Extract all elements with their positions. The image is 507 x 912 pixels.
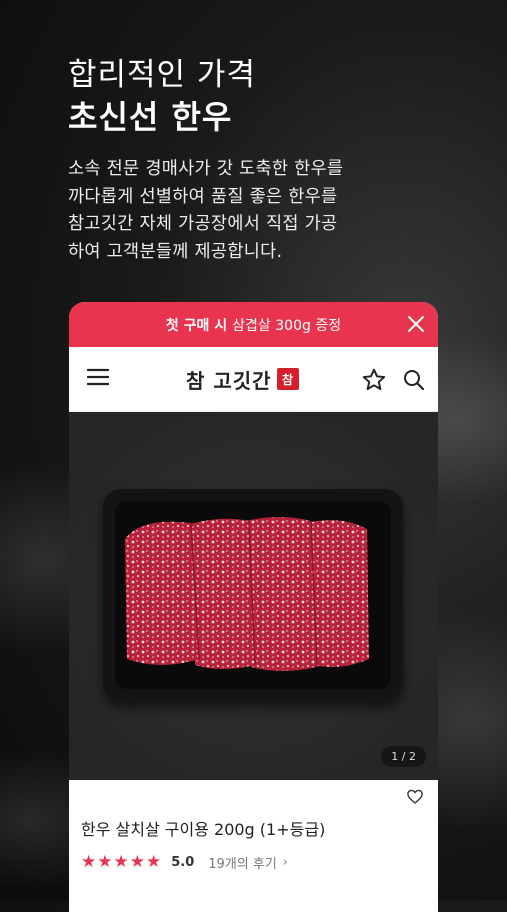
promo-banner[interactable]: 첫 구매 시 삼겹살 300g 증정 <box>69 302 438 347</box>
rating-stars: ★ ★ ★ ★ ★ <box>81 852 161 872</box>
hero-title: 초신선 한우 <box>68 98 233 136</box>
star-filled-icon: ★ <box>97 852 113 872</box>
page-indicator: 1 / 2 <box>381 746 426 767</box>
promo-text: 삼겹살 300g 증정 <box>232 317 342 334</box>
description-line: 까다롭게 선별하여 품질 좋은 한우를 <box>68 186 338 207</box>
description-line: 참고깃간 자체 가공장에서 직접 가공 <box>68 214 338 234</box>
app-screen: 첫 구매 시 삼겹살 300g 증정 참 고깃간 참 1 / 2 한우 살치살 … <box>69 302 438 912</box>
star-filled-icon: ★ <box>113 852 129 872</box>
search-icon[interactable] <box>402 368 426 392</box>
star-filled-icon: ★ <box>81 852 97 872</box>
marbled-beef-image <box>125 517 369 671</box>
star-filled-icon: ★ <box>146 852 162 872</box>
brand-logo[interactable]: 참 고깃간 참 <box>186 364 299 394</box>
hamburger-menu-icon[interactable] <box>87 368 109 386</box>
close-icon[interactable] <box>406 314 426 334</box>
product-image-carousel[interactable]: 1 / 2 <box>69 412 438 780</box>
logo-text: 참 고깃간 <box>186 368 272 393</box>
hero-description: 소속 전문 경매사가 갓 도축한 한우를 까다롭게 선별하여 품질 좋은 한우를… <box>68 156 388 266</box>
reviews-link[interactable]: 19개의 후기 <box>208 853 277 872</box>
star-filled-icon: ★ <box>129 852 145 872</box>
heart-icon[interactable] <box>406 788 424 806</box>
star-icon[interactable] <box>361 367 387 393</box>
meat-tray-image <box>103 489 403 701</box>
logo-seal: 참 <box>276 368 299 390</box>
description-line: 소속 전문 경매사가 갓 도축한 한우를 <box>68 159 344 179</box>
chevron-right-icon[interactable]: › <box>283 855 288 870</box>
product-info: 한우 살치살 구이용 200g (1+등급) ★ ★ ★ ★ ★ 5.0 19개… <box>69 780 438 872</box>
product-name[interactable]: 한우 살치살 구이용 200g (1+등급) <box>81 780 426 840</box>
rating-value: 5.0 <box>171 854 195 870</box>
promo-bold-text: 첫 구매 시 <box>165 317 228 334</box>
hero-subtitle: 합리적인 가격 <box>68 57 256 93</box>
hero-heading: 합리적인 가격 초신선 한우 <box>68 55 256 139</box>
description-line: 하여 고객분들께 제공합니다. <box>68 241 283 262</box>
app-header: 참 고깃간 참 <box>69 347 438 412</box>
rating-row: ★ ★ ★ ★ ★ 5.0 19개의 후기 › <box>81 852 426 872</box>
